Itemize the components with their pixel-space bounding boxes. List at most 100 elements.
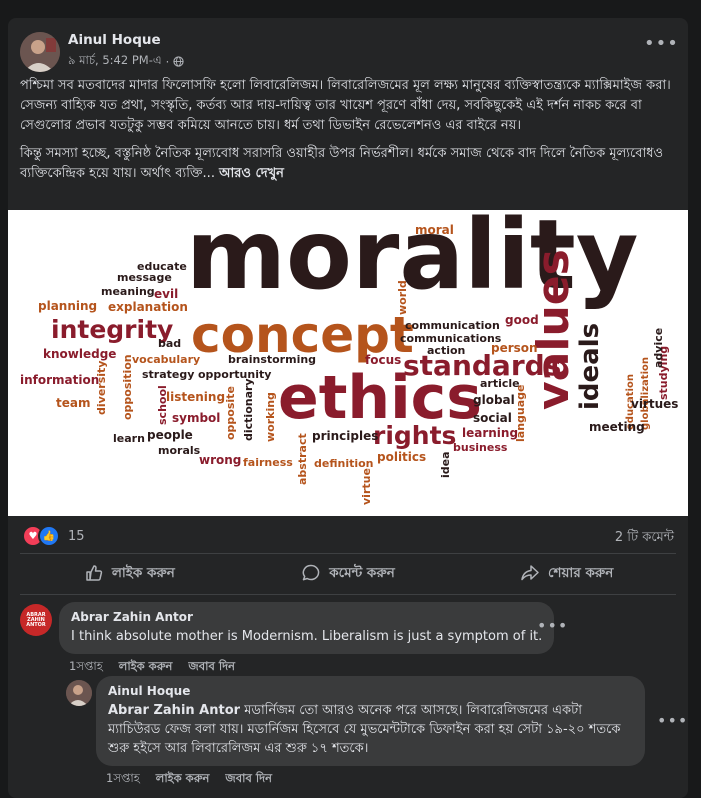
see-more-link[interactable]: আরও দেখুন	[219, 166, 284, 181]
post-paragraph-2: কিন্তু সমস্যা হচ্ছে, বস্তুনিষ্ঠ নৈতিক মূ…	[20, 144, 678, 184]
wordcloud-word: opposite	[224, 386, 237, 440]
comment-button[interactable]: কমেন্ট করুন	[239, 559, 458, 587]
wordcloud-word: opposition	[121, 354, 134, 420]
separator-dot: ·	[165, 54, 170, 69]
like-button[interactable]: লাইক করুন	[20, 559, 239, 587]
wordcloud-word: good	[505, 313, 539, 327]
comment-text: Abrar Zahin Antor মডার্নিজম তো আরও অনেক …	[108, 701, 633, 758]
avatar-text: ABRAR ZAHIN ANTOR	[26, 611, 46, 628]
thumbs-up-icon	[86, 565, 103, 581]
wordcloud-word: learn	[113, 432, 145, 445]
share-arrow-icon	[521, 565, 539, 581]
wordcloud-word: message	[117, 271, 172, 284]
wordcloud-word: rights	[373, 421, 456, 450]
post-paragraph-1: পশ্চিমা সব মতবাদের মাদার ফিলোসফি হলো লিব…	[20, 78, 671, 133]
wordcloud-word: meeting	[589, 420, 645, 434]
wordcloud-word: opportunity	[198, 368, 271, 381]
more-options-button[interactable]: •••	[644, 35, 678, 58]
comment-bubble: Ainul Hoque Abrar Zahin Antor মডার্নিজম …	[96, 676, 645, 766]
wordcloud-word: values	[528, 249, 579, 410]
wordcloud-word: brainstorming	[228, 353, 316, 366]
commenter-avatar[interactable]: ABRAR ZAHIN ANTOR	[20, 604, 52, 636]
wordcloud-word: action	[427, 344, 465, 357]
comment-like-button[interactable]: লাইক করুন	[156, 770, 210, 789]
comment-reply-button[interactable]: জবাব দিন	[188, 658, 235, 677]
wordcloud-word: abstract	[296, 433, 309, 485]
reaction-summary[interactable]: ♥ 👍 15	[22, 525, 85, 547]
post-meta: ৯ মার্চ, 5:42 PM-এ ·	[68, 52, 184, 71]
wordcloud-word: language	[514, 385, 527, 443]
wordcloud-word: fairness	[243, 456, 293, 469]
wordcloud-word: diversity	[95, 361, 108, 415]
post-body: পশ্চিমা সব মতবাদের মাদার ফিলোসফি হলো লিব…	[20, 76, 678, 192]
more-horizontal-icon: •••	[644, 33, 679, 54]
wordcloud-word: integrity	[51, 315, 173, 344]
wordcloud-word: vocabulary	[132, 353, 200, 366]
comment-reply-button[interactable]: জবাব দিন	[225, 770, 272, 789]
share-button[interactable]: শেয়ার করুন	[457, 559, 676, 587]
reaction-count: 15	[68, 528, 85, 544]
wordcloud-word: wrong	[199, 453, 241, 467]
post-paragraph-2-text: কিন্তু সমস্যা হচ্ছে, বস্তুনিষ্ঠ নৈতিক মূ…	[20, 146, 664, 181]
comment-label: কমেন্ট করুন	[329, 564, 395, 581]
comment-time[interactable]: 1সপ্তাহ	[69, 658, 103, 677]
comment-like-button[interactable]: লাইক করুন	[119, 658, 173, 677]
wordcloud-word: business	[453, 441, 508, 454]
comment-bubble: Abrar Zahin Antor I think absolute mothe…	[59, 602, 555, 654]
wordcloud-word: meaning	[101, 285, 155, 298]
author-name[interactable]: Ainul Hoque	[68, 32, 161, 48]
more-horizontal-icon: •••	[657, 711, 689, 730]
share-label: শেয়ার করুন	[548, 564, 614, 581]
wordcloud-word: global	[473, 393, 515, 407]
wordcloud-word: politics	[377, 450, 426, 464]
wordcloud-word: evil	[154, 287, 178, 301]
wordcloud-word: principles	[312, 429, 378, 443]
author-avatar[interactable]	[20, 32, 60, 72]
comment-author[interactable]: Abrar Zahin Antor	[71, 610, 542, 624]
wordcloud-word: ideals	[575, 323, 605, 410]
wordcloud-word: virtue	[360, 468, 373, 505]
wordcloud-word: dictionary	[242, 378, 255, 441]
wordcloud-word: definition	[314, 457, 374, 470]
divider	[20, 594, 676, 595]
wordcloud-word: listening	[166, 390, 225, 404]
comment-content: Abrar Zahin Antor I think absolute mothe…	[59, 602, 579, 677]
more-horizontal-icon: •••	[537, 616, 569, 635]
comment-more-button[interactable]: •••	[537, 616, 568, 635]
comment-meta: 1সপ্তাহ লাইক করুন জবাব দিন	[96, 770, 651, 789]
profile-photo-icon	[66, 680, 92, 706]
wordcloud-word: focus	[365, 353, 401, 367]
wordcloud-word: people	[147, 428, 193, 442]
globe-icon	[173, 56, 184, 67]
comment-bubble-icon	[302, 564, 320, 581]
wordcloud-word: morals	[158, 444, 201, 457]
comment-more-button[interactable]: •••	[657, 711, 688, 730]
post-image-wordcloud[interactable]: morality concept ethics values ideals standar…	[8, 199, 688, 516]
post-card: Ainul Hoque ৯ মার্চ, 5:42 PM-এ · ••• পশ্…	[8, 18, 688, 798]
comment-author[interactable]: Ainul Hoque	[108, 684, 633, 698]
wordcloud-word: knowledge	[43, 347, 116, 361]
wordcloud-word: planning	[38, 299, 97, 313]
post-date[interactable]: ৯ মার্চ, 5:42 PM-এ	[68, 52, 162, 71]
wordcloud-word: communication	[405, 319, 500, 332]
comment-text: I think absolute mother is Modernism. Li…	[71, 629, 543, 644]
wordcloud-word: information	[20, 373, 99, 387]
wordcloud-svg: moralityconceptethics valuesidealsstandar…	[20, 199, 678, 505]
wordcloud-word: moral	[415, 223, 454, 237]
like-reaction-icon: 👍	[38, 525, 60, 547]
comment-count[interactable]: 2 টি কমেন্ট	[615, 528, 674, 549]
wordcloud-word: world	[396, 280, 409, 315]
mention-link[interactable]: Abrar Zahin Antor	[108, 703, 240, 718]
comment-time[interactable]: 1সপ্তাহ	[106, 770, 140, 789]
wordcloud-word: social	[473, 411, 512, 425]
wordcloud-word: bad	[158, 337, 181, 350]
post-actions: লাইক করুন কমেন্ট করুন শেয়ার করুন	[20, 559, 676, 587]
wordcloud-word: working	[264, 392, 277, 442]
profile-photo-icon	[20, 32, 60, 72]
wordcloud-word: virtues	[631, 397, 678, 411]
wordcloud-word: idea	[439, 451, 452, 478]
wordcloud-word: advice	[652, 328, 665, 368]
wordcloud-word: person	[491, 341, 538, 355]
commenter-avatar[interactable]	[66, 680, 92, 706]
comment-meta: 1সপ্তাহ লাইক করুন জবাব দিন	[59, 658, 579, 677]
